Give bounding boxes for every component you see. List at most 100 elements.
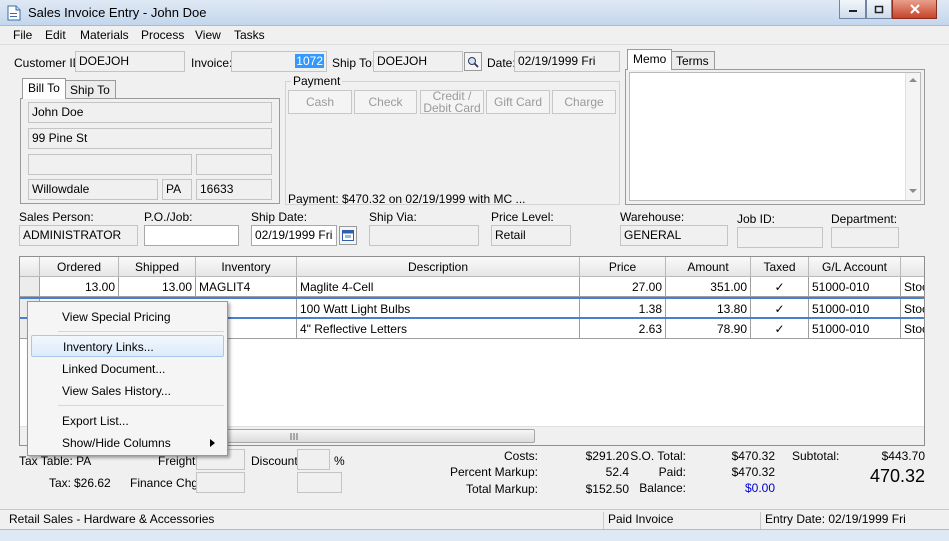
- date-label: Date:: [487, 56, 516, 70]
- balance-label: Balance:: [639, 481, 686, 495]
- minimize-button[interactable]: [839, 0, 866, 19]
- cell-gl-account[interactable]: 51000-010: [809, 319, 901, 339]
- ship-date-field[interactable]: 02/19/1999 Fri: [251, 225, 337, 246]
- cell-amount[interactable]: 78.90: [666, 319, 751, 339]
- col-shipped[interactable]: Shipped: [119, 257, 196, 277]
- cell-stock[interactable]: Stock: [901, 319, 924, 339]
- restore-button[interactable]: [866, 0, 892, 19]
- close-icon: [909, 4, 920, 14]
- col-stock[interactable]: [901, 257, 924, 277]
- ship-via-field[interactable]: [369, 225, 479, 246]
- po-job-field[interactable]: [144, 225, 239, 246]
- check-button[interactable]: Check: [354, 90, 417, 114]
- bill-to-name[interactable]: John Doe: [28, 102, 272, 123]
- memo-scrollbar[interactable]: [905, 73, 920, 200]
- subtotal-label: Subtotal:: [792, 449, 840, 463]
- menu-separator: [58, 331, 224, 332]
- charge-button[interactable]: Charge: [552, 90, 616, 114]
- menu-export-list[interactable]: Export List...: [31, 410, 224, 432]
- cell-gl-account[interactable]: 51000-010: [809, 299, 901, 319]
- warehouse-field[interactable]: GENERAL: [620, 225, 728, 246]
- row-header[interactable]: [20, 277, 40, 297]
- title-bar[interactable]: Sales Invoice Entry - John Doe: [0, 0, 949, 26]
- invoice-value: 1072: [295, 54, 324, 68]
- col-gl-account[interactable]: G/L Account: [809, 257, 901, 277]
- cell-amount[interactable]: 13.80: [666, 299, 751, 319]
- customer-id-field[interactable]: DOEJOH: [75, 51, 185, 72]
- cell-gl-account[interactable]: 51000-010: [809, 277, 901, 297]
- invoice-field[interactable]: 1072: [231, 51, 327, 72]
- menu-linked-document[interactable]: Linked Document...: [31, 358, 224, 380]
- cell-description[interactable]: 100 Watt Light Bulbs: [297, 299, 580, 319]
- col-taxed[interactable]: Taxed: [751, 257, 809, 277]
- col-inventory[interactable]: Inventory: [196, 257, 297, 277]
- cell-stock[interactable]: Stock: [901, 299, 924, 319]
- menu-view-sales-history[interactable]: View Sales History...: [31, 380, 224, 402]
- ship-date-picker-button[interactable]: [339, 226, 357, 245]
- gift-card-button[interactable]: Gift Card: [486, 90, 550, 114]
- tab-bill-to[interactable]: Bill To: [22, 78, 66, 99]
- grand-total: 470.32: [869, 466, 925, 486]
- cell-description[interactable]: Maglite 4-Cell: [297, 277, 580, 297]
- cell-price[interactable]: 1.38: [580, 299, 666, 319]
- cell-stock[interactable]: Stock: [901, 277, 924, 297]
- tab-memo[interactable]: Memo: [627, 49, 673, 70]
- bill-to-state[interactable]: PA: [162, 179, 192, 200]
- tab-ship-to[interactable]: Ship To: [64, 80, 116, 99]
- tab-terms[interactable]: Terms: [670, 51, 715, 70]
- cell-taxed-check[interactable]: ✓: [751, 319, 809, 339]
- tax-table-value: PA: [76, 454, 92, 468]
- job-id-field[interactable]: [737, 227, 823, 248]
- credit-debit-card-button[interactable]: Credit / Debit Card: [420, 90, 484, 114]
- col-description[interactable]: Description: [297, 257, 580, 277]
- cash-button[interactable]: Cash: [288, 90, 352, 114]
- memo-textarea[interactable]: [629, 72, 921, 201]
- minimize-icon: [848, 10, 857, 12]
- cell-price[interactable]: 2.63: [580, 319, 666, 339]
- menu-view[interactable]: View: [195, 28, 221, 42]
- discount-field[interactable]: [297, 449, 330, 470]
- menu-edit[interactable]: Edit: [45, 28, 66, 42]
- close-button[interactable]: [892, 0, 937, 19]
- ship-to-lookup-button[interactable]: [464, 52, 482, 71]
- sales-person-field[interactable]: ADMINISTRATOR: [19, 225, 138, 246]
- date-field[interactable]: 02/19/1999 Fri: [514, 51, 620, 72]
- department-field[interactable]: [831, 227, 899, 248]
- cell-taxed-check[interactable]: ✓: [751, 277, 809, 297]
- cell-ordered[interactable]: 13.00: [40, 277, 119, 297]
- cell-shipped[interactable]: 13.00: [119, 277, 196, 297]
- menu-file[interactable]: File: [13, 28, 32, 42]
- sales-invoice-window: Sales Invoice Entry - John Doe File Edit…: [0, 0, 949, 541]
- col-ordered[interactable]: Ordered: [40, 257, 119, 277]
- costs-label: Costs:: [503, 449, 538, 463]
- bill-to-city[interactable]: Willowdale: [28, 179, 158, 200]
- bill-to-street[interactable]: 99 Pine St: [28, 128, 272, 149]
- menu-inventory-links[interactable]: Inventory Links...: [31, 335, 224, 357]
- status-invoice-state: Paid Invoice: [603, 512, 758, 529]
- bill-to-line3[interactable]: [28, 154, 192, 175]
- menu-show-hide-columns[interactable]: Show/Hide Columns: [31, 432, 224, 454]
- subtotal-value: $443.70: [881, 449, 925, 463]
- menu-tasks[interactable]: Tasks: [234, 28, 265, 42]
- tax-label: Tax:: [49, 476, 72, 490]
- bill-to-line3-extra[interactable]: [196, 154, 272, 175]
- ship-to-field[interactable]: DOEJOH: [373, 51, 463, 72]
- cell-inventory[interactable]: MAGLIT4: [196, 277, 297, 297]
- col-price[interactable]: Price: [580, 257, 666, 277]
- cell-price[interactable]: 27.00: [580, 277, 666, 297]
- menu-view-special-pricing[interactable]: View Special Pricing: [31, 306, 224, 328]
- cell-taxed-check[interactable]: ✓: [751, 299, 809, 319]
- department-label: Department:: [831, 212, 898, 226]
- finance-charge-field[interactable]: [196, 472, 245, 493]
- menu-materials[interactable]: Materials: [80, 28, 129, 42]
- bill-to-zip[interactable]: 16633: [196, 179, 272, 200]
- col-amount[interactable]: Amount: [666, 257, 751, 277]
- so-total-value: $470.32: [731, 449, 775, 463]
- cell-amount[interactable]: 351.00: [666, 277, 751, 297]
- price-level-field[interactable]: Retail: [491, 225, 571, 246]
- finance-charge-extra-field[interactable]: [297, 472, 342, 493]
- total-markup-label: Total Markup:: [465, 482, 538, 496]
- submenu-arrow-icon: [210, 439, 215, 447]
- menu-process[interactable]: Process: [141, 28, 184, 42]
- cell-description[interactable]: 4" Reflective Letters: [297, 319, 580, 339]
